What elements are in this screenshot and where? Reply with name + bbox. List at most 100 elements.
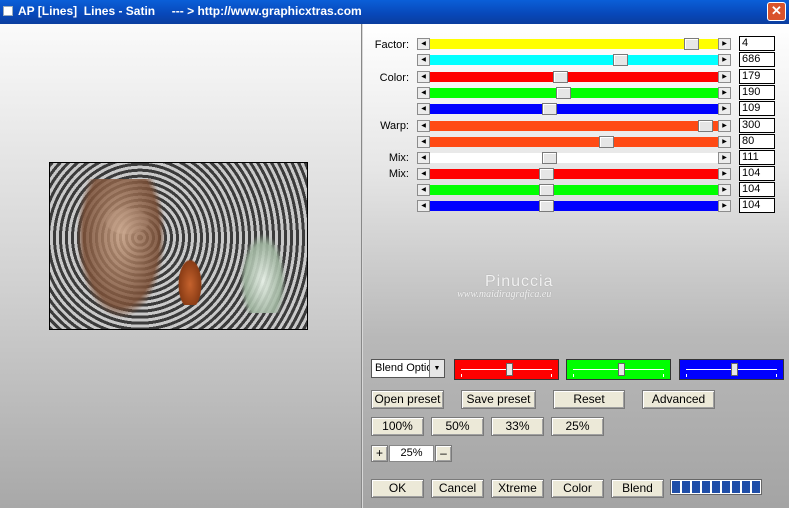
value-field[interactable]: 109 xyxy=(739,101,775,116)
slider-factor-2[interactable]: ◀ ▶ 686 xyxy=(417,52,775,67)
blue-channel-slider[interactable] xyxy=(679,359,784,380)
arrow-right-icon[interactable]: ▶ xyxy=(718,103,731,115)
arrow-right-icon[interactable]: ▶ xyxy=(718,71,731,83)
zoom-50-button[interactable]: 50% xyxy=(431,417,484,436)
slider-track[interactable] xyxy=(430,38,718,50)
slider-thumb[interactable] xyxy=(599,136,614,148)
arrow-right-icon[interactable]: ▶ xyxy=(718,87,731,99)
arrow-right-icon[interactable]: ▶ xyxy=(718,38,731,50)
ok-button[interactable]: OK xyxy=(371,479,424,498)
color-button[interactable]: Color xyxy=(551,479,604,498)
xtreme-button[interactable]: Xtreme xyxy=(491,479,544,498)
arrow-left-icon[interactable]: ◀ xyxy=(417,87,430,99)
value-field[interactable]: 686 xyxy=(739,52,775,67)
zoom-out-button[interactable]: – xyxy=(435,445,452,462)
value-field[interactable]: 104 xyxy=(739,166,775,181)
slider-thumb[interactable] xyxy=(539,184,554,196)
slider-factor[interactable]: ◀ ▶ 4 xyxy=(417,36,775,51)
slider-track[interactable] xyxy=(430,103,718,115)
slider-thumb[interactable] xyxy=(684,38,699,50)
red-channel-slider[interactable] xyxy=(454,359,559,380)
slider-track[interactable] xyxy=(430,87,718,99)
arrow-right-icon[interactable]: ▶ xyxy=(718,200,731,212)
slider-thumb[interactable] xyxy=(698,120,713,132)
arrow-left-icon[interactable]: ◀ xyxy=(417,71,430,83)
slider-mix-1[interactable]: ◀ ▶ 111 xyxy=(417,150,775,165)
advanced-button[interactable]: Advanced xyxy=(642,390,715,409)
slider-thumb[interactable] xyxy=(539,168,554,180)
arrow-left-icon[interactable]: ◀ xyxy=(417,200,430,212)
arrow-right-icon[interactable]: ▶ xyxy=(718,54,731,66)
slider-track[interactable] xyxy=(430,120,718,132)
value-field[interactable]: 179 xyxy=(739,69,775,84)
slider-thumb[interactable] xyxy=(553,71,568,83)
zoom-25-button[interactable]: 25% xyxy=(551,417,604,436)
arrow-left-icon[interactable]: ◀ xyxy=(417,38,430,50)
label-color: Color: xyxy=(379,72,409,84)
value-field[interactable]: 300 xyxy=(739,118,775,133)
slider-thumb[interactable] xyxy=(613,54,628,66)
slider-knob[interactable] xyxy=(618,363,625,376)
preview-figure xyxy=(76,179,166,319)
arrow-left-icon[interactable]: ◀ xyxy=(417,120,430,132)
zoom-100-button[interactable]: 100% xyxy=(371,417,424,436)
zoom-value-field[interactable]: 25% xyxy=(389,445,434,462)
app-icon xyxy=(3,6,13,16)
value-field[interactable]: 104 xyxy=(739,198,775,213)
blend-options-select[interactable]: Blend Optio ▼ xyxy=(371,359,445,378)
reset-button[interactable]: Reset xyxy=(553,390,625,409)
value-field[interactable]: 190 xyxy=(739,85,775,100)
tick xyxy=(776,374,777,377)
progress-segment xyxy=(702,481,710,493)
slider-warp[interactable]: ◀ ▶ 300 xyxy=(417,118,775,133)
slider-thumb[interactable] xyxy=(539,200,554,212)
arrow-right-icon[interactable]: ▶ xyxy=(718,184,731,196)
slider-mix-red[interactable]: ◀ ▶ 104 xyxy=(417,166,775,181)
progress-bar xyxy=(670,479,762,495)
chevron-down-icon[interactable]: ▼ xyxy=(429,360,444,377)
open-preset-button[interactable]: Open preset xyxy=(371,390,444,409)
slider-track[interactable] xyxy=(430,168,718,180)
arrow-left-icon[interactable]: ◀ xyxy=(417,152,430,164)
progress-segment xyxy=(672,481,680,493)
slider-mix-blue[interactable]: ◀ ▶ 104 xyxy=(417,198,775,213)
arrow-left-icon[interactable]: ◀ xyxy=(417,184,430,196)
preview-image xyxy=(49,162,308,330)
arrow-right-icon[interactable]: ▶ xyxy=(718,136,731,148)
close-button[interactable]: ✕ xyxy=(767,2,786,21)
arrow-right-icon[interactable]: ▶ xyxy=(718,168,731,180)
slider-color-green[interactable]: ◀ ▶ 190 xyxy=(417,85,775,100)
value-field[interactable]: 111 xyxy=(739,150,775,165)
arrow-left-icon[interactable]: ◀ xyxy=(417,136,430,148)
slider-track[interactable] xyxy=(430,71,718,83)
green-channel-slider[interactable] xyxy=(566,359,671,380)
zoom-in-button[interactable]: + xyxy=(371,445,388,462)
slider-track[interactable] xyxy=(430,54,718,66)
slider-knob[interactable] xyxy=(731,363,738,376)
arrow-left-icon[interactable]: ◀ xyxy=(417,54,430,66)
slider-color-red[interactable]: ◀ ▶ 179 xyxy=(417,69,775,84)
slider-thumb[interactable] xyxy=(556,87,571,99)
slider-track[interactable] xyxy=(430,152,718,164)
slider-track[interactable] xyxy=(430,200,718,212)
value-field[interactable]: 80 xyxy=(739,134,775,149)
slider-knob[interactable] xyxy=(506,363,513,376)
cancel-button[interactable]: Cancel xyxy=(431,479,484,498)
progress-segment xyxy=(732,481,740,493)
slider-mix-green[interactable]: ◀ ▶ 104 xyxy=(417,182,775,197)
save-preset-button[interactable]: Save preset xyxy=(461,390,536,409)
slider-thumb[interactable] xyxy=(542,152,557,164)
arrow-left-icon[interactable]: ◀ xyxy=(417,168,430,180)
arrow-right-icon[interactable]: ▶ xyxy=(718,120,731,132)
slider-track[interactable] xyxy=(430,136,718,148)
slider-color-blue[interactable]: ◀ ▶ 109 xyxy=(417,101,775,116)
arrow-right-icon[interactable]: ▶ xyxy=(718,152,731,164)
value-field[interactable]: 104 xyxy=(739,182,775,197)
blend-button[interactable]: Blend xyxy=(611,479,664,498)
value-field[interactable]: 4 xyxy=(739,36,775,51)
zoom-33-button[interactable]: 33% xyxy=(491,417,544,436)
slider-thumb[interactable] xyxy=(542,103,557,115)
slider-warp-2[interactable]: ◀ ▶ 80 xyxy=(417,134,775,149)
arrow-left-icon[interactable]: ◀ xyxy=(417,103,430,115)
slider-track[interactable] xyxy=(430,184,718,196)
